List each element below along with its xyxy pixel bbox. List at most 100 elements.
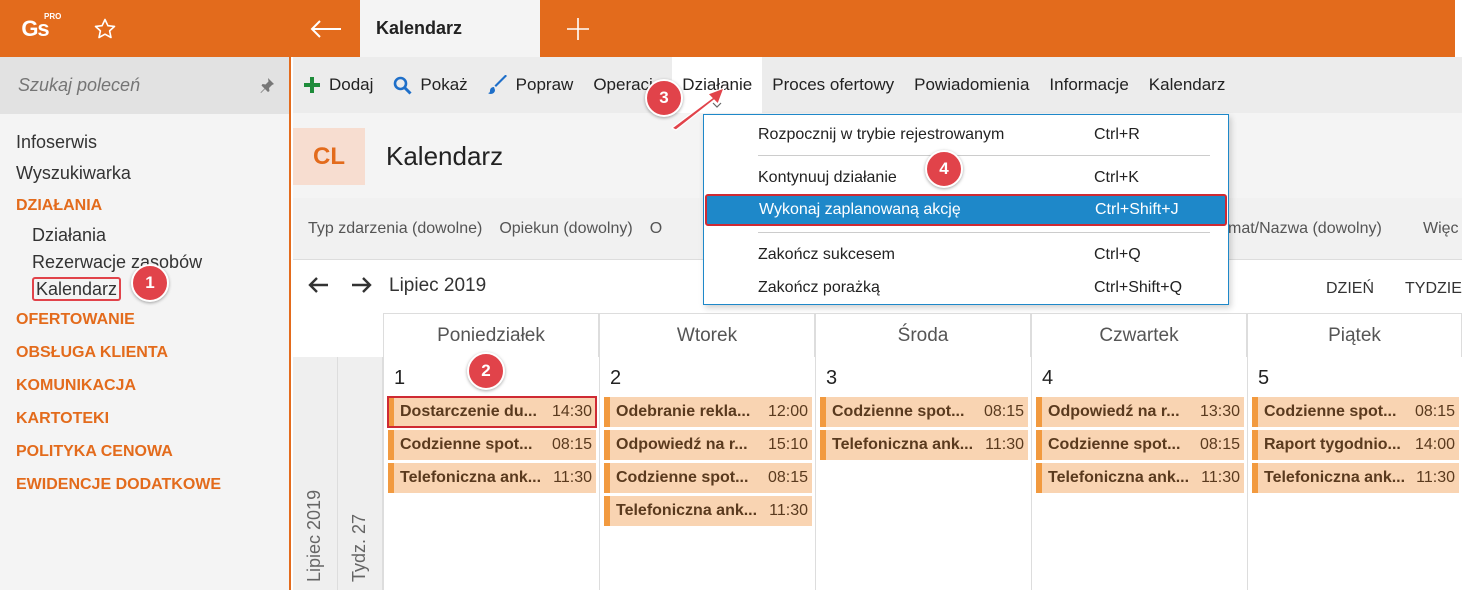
menu-item-finish-failure[interactable]: Zakończ porażką Ctrl+Shift+Q: [704, 272, 1228, 304]
event-title: Codzienne spot...: [1048, 436, 1181, 453]
app-logo[interactable]: Gs PRO: [0, 0, 70, 57]
sidebar-section-ofertowanie[interactable]: OFERTOWANIE: [16, 303, 221, 336]
calendar-event[interactable]: Codzienne spot... 08:15: [604, 463, 812, 493]
sidebar-item-wyszukiwarka[interactable]: Wyszukiwarka: [16, 158, 221, 189]
event-time: 11:30: [1201, 469, 1240, 486]
pin-icon[interactable]: [259, 77, 275, 98]
sidebar-section-obsluga-klienta[interactable]: OBSŁUGA KLIENTA: [16, 336, 221, 369]
view-day-button[interactable]: DZIEŃ: [1326, 280, 1374, 298]
sidebar-item-infoserwis[interactable]: Infoserwis: [16, 127, 221, 158]
event-time: 08:15: [1199, 436, 1240, 453]
prev-arrow-icon[interactable]: [307, 274, 329, 300]
calendar-event[interactable]: Codzienne spot... 08:15: [1252, 397, 1459, 427]
week-vertical-label: Tydz. 27: [349, 513, 369, 582]
favorites-star-icon[interactable]: [70, 0, 140, 57]
calendar-event[interactable]: Codzienne spot... 08:15: [388, 430, 596, 460]
top-bar: Gs PRO Kalendarz: [0, 0, 1462, 57]
day-cell-wed[interactable]: 3 Codzienne spot... 08:15 Telefoniczna a…: [815, 357, 1031, 590]
sidebar-item-kalendarz[interactable]: Kalendarz: [16, 276, 221, 303]
calendar-event[interactable]: Codzienne spot... 08:15: [820, 397, 1028, 427]
event-title: Odpowiedź na r...: [616, 436, 748, 453]
day-cell-tue[interactable]: 2 Odebranie rekla... 12:00 Odpowiedź na …: [599, 357, 815, 590]
event-time: 08:15: [767, 469, 808, 486]
menu-item-finish-success[interactable]: Zakończ sukcesem Ctrl+Q: [704, 239, 1228, 271]
event-title: Dostarczenie du...: [400, 403, 537, 420]
sidebar-section-dzialania[interactable]: DZIAŁANIA: [16, 189, 221, 222]
day-number: 1: [394, 367, 406, 389]
menu-item-label: Zakończ porażką: [758, 279, 880, 296]
event-time: 13:30: [1199, 403, 1240, 420]
day-cell-mon[interactable]: 1 Dostarczenie du... 14:30 Codzienne spo…: [383, 357, 599, 590]
view-week-button[interactable]: TYDZIE: [1405, 280, 1462, 298]
information-menu[interactable]: Informacje: [1049, 57, 1128, 113]
day-cell-fri[interactable]: 5 Codzienne spot... 08:15 Raport tygodni…: [1247, 357, 1462, 590]
event-time: 11:30: [553, 469, 592, 486]
event-time: 14:30: [551, 403, 592, 420]
search-icon: [393, 76, 412, 95]
filter-guardian[interactable]: Opiekun (dowolny): [499, 220, 632, 238]
filter-more[interactable]: Więc: [1423, 220, 1459, 238]
calendar-event[interactable]: Odebranie rekla... 12:00: [604, 397, 812, 427]
day-cell-thu[interactable]: 4 Odpowiedź na r... 13:30 Codzienne spot…: [1031, 357, 1247, 590]
logo-pro: PRO: [44, 12, 62, 21]
tab-kalendarz[interactable]: Kalendarz: [360, 0, 540, 57]
toolbar: Dodaj Pokaż Popraw Operacje Działanie Pr…: [293, 57, 1462, 113]
page-title: Kalendarz: [386, 141, 504, 171]
calendar-event[interactable]: Telefoniczna ank... 11:30: [388, 463, 596, 493]
calendar-menu[interactable]: Kalendarz: [1149, 57, 1226, 113]
notifications-menu[interactable]: Powiadomienia: [914, 57, 1029, 113]
event-title: Codzienne spot...: [832, 403, 965, 420]
filter-subject[interactable]: mat/Nazwa (dowolny): [1228, 220, 1382, 238]
day-number: 2: [610, 367, 622, 389]
menu-item-label: Rozpocznij w trybie rejestrowanym: [758, 126, 1005, 143]
day-header-thu: Czwartek: [1031, 313, 1247, 357]
event-title: Raport tygodnio...: [1264, 436, 1401, 453]
menu-item-start-recorded[interactable]: Rozpocznij w trybie rejestrowanym Ctrl+R: [704, 119, 1228, 151]
calendar-event[interactable]: Telefoniczna ank... 11:30: [604, 496, 812, 526]
sidebar-item-dzialania[interactable]: Działania: [16, 222, 221, 249]
menu-item-execute-planned[interactable]: Wykonaj zaplanowaną akcję Ctrl+Shift+J: [705, 194, 1227, 226]
sidebar-section-polityka-cenowa[interactable]: POLITYKA CENOWA: [16, 435, 221, 468]
show-button[interactable]: Pokaż: [393, 57, 468, 113]
callout-badge-4: 4: [925, 150, 963, 188]
menu-item-continue[interactable]: Kontynuuj działanie Ctrl+K: [704, 162, 1228, 194]
day-number: 4: [1042, 367, 1054, 389]
day-header-fri: Piątek: [1247, 313, 1462, 357]
filter-event-type[interactable]: Typ zdarzenia (dowolne): [308, 220, 482, 238]
event-time: 11:30: [769, 502, 808, 519]
event-title: Telefoniczna ank...: [1264, 469, 1406, 486]
calendar-event[interactable]: Codzienne spot... 08:15: [1036, 430, 1244, 460]
event-time: 11:30: [1416, 469, 1455, 486]
back-arrow-icon[interactable]: [292, 0, 360, 57]
calendar-event[interactable]: Telefoniczna ank... 11:30: [1036, 463, 1244, 493]
calendar-event[interactable]: Dostarczenie du... 14:30: [387, 396, 597, 428]
sidebar-section-ewidencje[interactable]: EWIDENCJE DODATKOWE: [16, 468, 221, 501]
day-header-mon: Poniedziałek: [383, 313, 599, 357]
calendar-event[interactable]: Raport tygodnio... 14:00: [1252, 430, 1459, 460]
calendar-event[interactable]: Odpowiedź na r... 13:30: [1036, 397, 1244, 427]
new-tab-plus-icon[interactable]: [555, 0, 600, 57]
event-title: Telefoniczna ank...: [400, 469, 542, 486]
plus-icon: [303, 76, 321, 94]
sidebar-section-komunikacja[interactable]: KOMUNIKACJA: [16, 369, 221, 402]
calendar-event[interactable]: Telefoniczna ank... 11:30: [1252, 463, 1459, 493]
sidebar-section-kartoteki[interactable]: KARTOTEKI: [16, 402, 221, 435]
edit-button[interactable]: Popraw: [487, 57, 573, 113]
menu-item-shortcut: Ctrl+K: [1094, 169, 1139, 186]
sidebar-item-rezerwacje[interactable]: Rezerwacje zasobów: [16, 249, 221, 276]
show-label: Pokaż: [420, 75, 468, 94]
calendar-event[interactable]: Telefoniczna ank... 11:30: [820, 430, 1028, 460]
topbar-edge: [1455, 0, 1462, 57]
event-title: Codzienne spot...: [1264, 403, 1397, 420]
menu-item-shortcut: Ctrl+Shift+Q: [1094, 279, 1183, 296]
calendar-event[interactable]: Odpowiedź na r... 15:10: [604, 430, 812, 460]
add-button[interactable]: Dodaj: [303, 57, 373, 113]
command-search-input[interactable]: [18, 75, 248, 96]
current-month: Lipiec 2019: [389, 275, 487, 296]
menu-divider: [758, 232, 1210, 233]
filter-partial[interactable]: O: [650, 220, 662, 238]
callout-badge-1: 1: [131, 264, 169, 302]
next-arrow-icon[interactable]: [351, 274, 373, 300]
event-time: 11:30: [985, 436, 1024, 453]
offer-process-menu[interactable]: Proces ofertowy: [772, 57, 894, 113]
